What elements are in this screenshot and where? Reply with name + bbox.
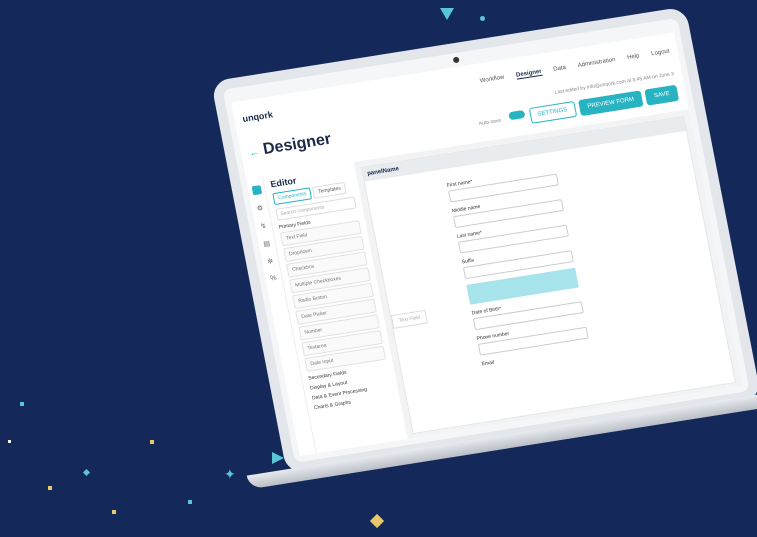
confetti-dot (150, 440, 154, 444)
nav-help[interactable]: Help (627, 53, 640, 61)
form-canvas: panelName First name* Middle name Last n… (353, 109, 743, 439)
back-arrow-icon[interactable]: ← (248, 147, 260, 159)
link-tool-icon[interactable]: ↯ (260, 222, 267, 231)
confetti-dot (480, 16, 485, 21)
autosave-label: Auto-save (478, 117, 502, 128)
confetti-star: ✦ (224, 466, 236, 482)
confetti-dot (8, 440, 11, 443)
confetti-dot (112, 510, 116, 514)
gear-tool-icon[interactable]: ✲ (267, 257, 274, 266)
nav-logout[interactable]: Logout (651, 49, 670, 58)
settings-button[interactable]: SETTINGS (528, 101, 577, 124)
camera-icon (452, 56, 460, 64)
nav-administration[interactable]: Administration (577, 57, 616, 69)
dragged-component[interactable]: Text Field (390, 309, 429, 329)
app-screen: unqork Workflow Designer Data Administra… (231, 32, 743, 457)
tab-components[interactable]: Components (272, 187, 313, 206)
confetti-dot (82, 468, 91, 477)
confetti-triangle (440, 8, 454, 20)
laptop: unqork Workflow Designer Data Administra… (210, 6, 757, 513)
confetti-diamond (369, 513, 385, 529)
nav-designer[interactable]: Designer (515, 68, 543, 80)
scene: ✦ unqork Workflow Designer Data Administ… (0, 0, 757, 537)
confetti-dot (48, 486, 52, 490)
form-panel: panelName First name* Middle name Last n… (360, 115, 736, 435)
form-fields: First name* Middle name Last name* Suffi… (445, 160, 591, 367)
nav-workflow[interactable]: Workflow (480, 75, 505, 85)
save-button[interactable]: SAVE (644, 84, 680, 106)
confetti-dot (20, 402, 24, 406)
preview-form-button[interactable]: PREVIEW FORM (578, 90, 644, 117)
module-tool-icon[interactable]: % (270, 275, 277, 283)
laptop-lid: unqork Workflow Designer Data Administra… (210, 6, 757, 475)
tab-templates[interactable]: Templates (312, 181, 347, 199)
nav-data[interactable]: Data (553, 65, 567, 73)
settings-tool-icon[interactable]: ⚙ (256, 204, 264, 213)
logo: unqork (241, 109, 274, 124)
confetti-dot (188, 500, 192, 504)
autosave-toggle[interactable] (508, 109, 526, 121)
data-tool-icon[interactable]: ▤ (263, 239, 271, 248)
page-title: Designer (261, 130, 333, 159)
editor-tool-icon[interactable] (251, 185, 262, 196)
workspace: ⚙ ↯ ▤ ✲ % Editor Components Templates Se… (246, 109, 743, 457)
